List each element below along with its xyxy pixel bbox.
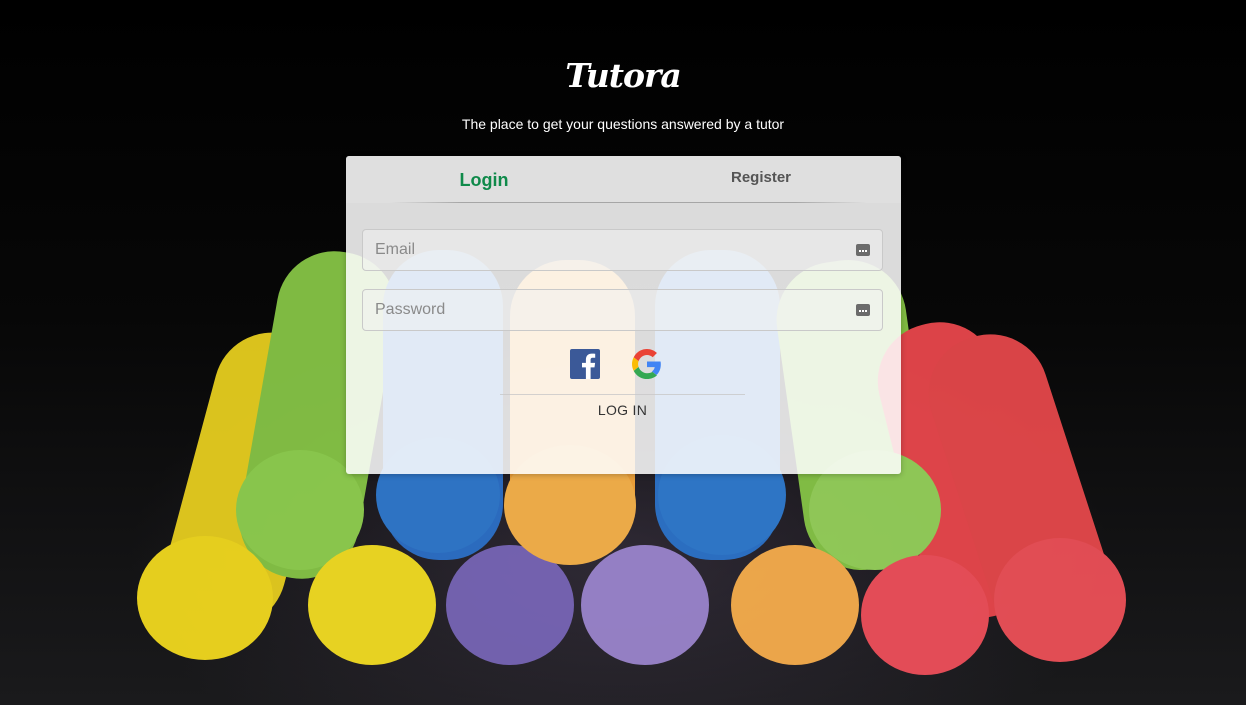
- email-input[interactable]: [363, 230, 857, 270]
- facebook-login-button[interactable]: [570, 349, 600, 379]
- login-button[interactable]: LOG IN: [500, 394, 745, 427]
- autofill-key-icon[interactable]: [856, 304, 870, 316]
- tagline: The place to get your questions answered…: [461, 116, 785, 132]
- google-icon: [632, 349, 661, 379]
- tabs-divider: [390, 202, 867, 203]
- tab-register[interactable]: Register: [661, 156, 861, 202]
- password-input[interactable]: [363, 290, 857, 330]
- auth-tabs: Login Register: [346, 156, 901, 203]
- google-login-button[interactable]: [632, 349, 662, 379]
- facebook-icon: [570, 349, 600, 379]
- tab-login[interactable]: Login: [384, 156, 584, 202]
- auth-card: Login Register LOG IN: [346, 156, 901, 474]
- brand-logo: Tutora: [565, 56, 682, 95]
- password-field[interactable]: [362, 289, 883, 331]
- autofill-key-icon[interactable]: [856, 244, 870, 256]
- email-field[interactable]: [362, 229, 883, 271]
